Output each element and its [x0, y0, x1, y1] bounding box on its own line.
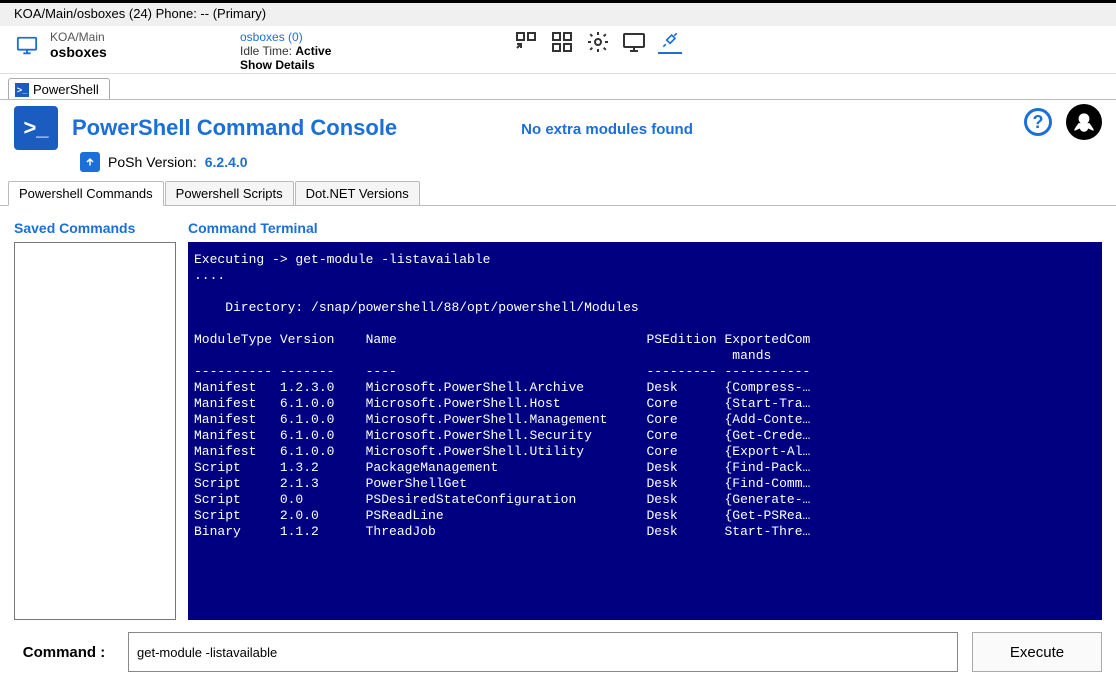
- header-band: KOA/Main osboxes osboxes (0) Idle Time: …: [0, 26, 1116, 74]
- status-link[interactable]: osboxes (0): [240, 30, 331, 44]
- console-title: PowerShell Command Console: [72, 115, 397, 141]
- plug-icon[interactable]: [658, 30, 682, 54]
- idle-value: Active: [295, 44, 331, 58]
- subtab-row: Powershell Commands Powershell Scripts D…: [0, 180, 1116, 206]
- terminal-output[interactable]: Executing -> get-module -listavailable .…: [188, 242, 1102, 620]
- window-title: KOA/Main/osboxes (24) Phone: -- (Primary…: [0, 3, 1116, 26]
- saved-commands-list[interactable]: [14, 242, 176, 620]
- powershell-mini-icon: >_: [15, 83, 29, 97]
- console-header: >_ PowerShell Command Console No extra m…: [0, 100, 1116, 152]
- status-block: osboxes (0) Idle Time: Active Show Detai…: [240, 30, 331, 72]
- qr-icon[interactable]: [514, 30, 538, 54]
- tab-ps-scripts[interactable]: Powershell Scripts: [165, 181, 294, 205]
- help-icon[interactable]: ?: [1024, 108, 1052, 136]
- posh-version-label: PoSh Version:: [108, 154, 197, 170]
- app-tab-label: PowerShell: [33, 82, 99, 97]
- tab-powershell[interactable]: >_ PowerShell: [8, 78, 110, 99]
- host-path: KOA/Main: [50, 30, 230, 44]
- posh-version-value: 6.2.4.0: [205, 154, 248, 170]
- show-details-link[interactable]: Show Details: [240, 58, 331, 72]
- tab-dotnet[interactable]: Dot.NET Versions: [295, 181, 420, 205]
- terminal-label: Command Terminal: [188, 220, 1102, 236]
- powershell-logo-icon: >_: [14, 106, 58, 150]
- execute-button[interactable]: Execute: [972, 632, 1102, 672]
- host-name: osboxes: [50, 44, 230, 60]
- command-row: Command : Execute: [0, 620, 1116, 684]
- command-label: Command :: [14, 644, 114, 661]
- toolbar-icons: [514, 30, 682, 54]
- command-input[interactable]: [128, 632, 958, 672]
- host-block: KOA/Main osboxes: [50, 30, 230, 60]
- brand-icon: [1066, 104, 1102, 140]
- idle-label: Idle Time:: [240, 44, 292, 58]
- display-icon[interactable]: [622, 30, 646, 54]
- gear-icon[interactable]: [586, 30, 610, 54]
- monitor-icon: [14, 35, 40, 57]
- tab-ps-commands[interactable]: Powershell Commands: [8, 181, 164, 206]
- grid-icon[interactable]: [550, 30, 574, 54]
- saved-commands-label: Saved Commands: [14, 220, 176, 236]
- upload-icon[interactable]: [80, 152, 100, 172]
- saved-commands-column: Saved Commands: [14, 220, 176, 620]
- app-tab-row: >_ PowerShell: [0, 74, 1116, 100]
- no-modules-text: No extra modules found: [521, 121, 693, 138]
- work-area: Saved Commands Command Terminal Executin…: [0, 206, 1116, 620]
- version-row: PoSh Version: 6.2.4.0: [0, 152, 1116, 180]
- terminal-column: Command Terminal Executing -> get-module…: [188, 220, 1102, 620]
